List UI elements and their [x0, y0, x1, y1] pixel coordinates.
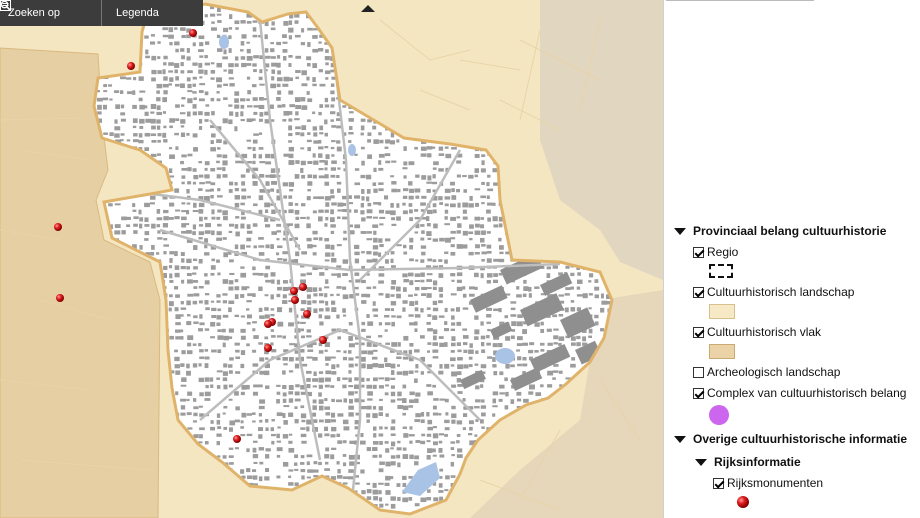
cultuurhistorisch-landschap-checkbox[interactable] [693, 286, 704, 298]
search-button-label: Zoeken op [8, 7, 60, 19]
rijksmonument-marker[interactable] [56, 294, 64, 302]
complex-label: Complex van cultuurhistorisch belang [707, 386, 907, 400]
pond-center [348, 144, 356, 156]
complex-checkbox[interactable] [693, 387, 704, 399]
cultuurhistorisch-vlak-checkbox[interactable] [693, 326, 704, 338]
regio-swatch [709, 264, 733, 278]
map-viewport[interactable]: Zoeken op Legenda [0, 0, 663, 518]
legend-section-other-label: Overige cultuurhistorische informatie [693, 432, 908, 446]
pond-north [219, 35, 229, 49]
map-toolbar: Zoeken op Legenda [0, 0, 203, 26]
legend-item-cultuurhistorisch-landschap[interactable]: Cultuurhistorisch landschap [693, 285, 854, 299]
archeologisch-landschap-label: Archeologisch landschap [707, 365, 841, 379]
rijksmonument-marker[interactable] [189, 29, 197, 37]
regio-label: Regio [707, 245, 739, 259]
legend-item-rijksmonumenten[interactable]: Rijksmonumenten [713, 476, 823, 490]
legend-section-other[interactable]: Overige cultuurhistorische informatie [674, 432, 907, 446]
rijksmonument-marker[interactable] [291, 296, 299, 304]
legend-button[interactable]: Legenda [0, 0, 203, 26]
rijksmonument-marker[interactable] [264, 320, 272, 328]
map-canvas[interactable] [0, 0, 663, 518]
rijksmonument-marker[interactable] [290, 287, 298, 295]
rijksmonument-marker[interactable] [299, 283, 307, 291]
cultuurhistorisch-landschap-swatch [709, 304, 735, 319]
expand-triangle-icon[interactable] [674, 435, 686, 443]
cultuurhistorisch-landschap-label: Cultuurhistorisch landschap [707, 285, 855, 299]
legend-top-divider [666, 0, 814, 1]
legend-item-complex[interactable]: Complex van cultuurhistorisch belang [693, 386, 906, 400]
rijksmonument-marker[interactable] [54, 223, 62, 231]
pond-east [495, 348, 515, 364]
rijksmonument-swatch-icon [737, 496, 749, 508]
archeologisch-landschap-checkbox[interactable] [693, 366, 704, 378]
rijksmonument-marker[interactable] [233, 435, 241, 443]
legend-list-icon [0, 0, 11, 11]
legend-section-provincial[interactable]: Provinciaal belang cultuurhistorie [674, 224, 886, 238]
legend-subsection-rijks-label: Rijksinformatie [714, 455, 801, 469]
regio-checkbox[interactable] [693, 246, 704, 258]
legend-button-label: Legenda [116, 7, 159, 19]
expand-triangle-icon[interactable] [695, 458, 707, 466]
rijksmonument-marker[interactable] [127, 62, 135, 70]
legend-item-cultuurhistorisch-vlak[interactable]: Cultuurhistorisch vlak [693, 325, 821, 339]
collapse-panel-arrow-icon[interactable] [361, 5, 375, 12]
legend-item-regio[interactable]: Regio [693, 245, 738, 259]
legend-panel: Provinciaal belang cultuurhistorie Regio… [663, 0, 920, 518]
rijksmonument-marker[interactable] [319, 336, 327, 344]
complex-swatch [709, 405, 729, 425]
expand-triangle-icon[interactable] [674, 227, 686, 235]
cultuurhistorisch-vlak-swatch [709, 344, 735, 359]
cultuurhistorisch-vlak-label: Cultuurhistorisch vlak [707, 325, 822, 339]
legend-section-provincial-label: Provinciaal belang cultuurhistorie [693, 224, 887, 238]
rijksmonumenten-checkbox[interactable] [713, 477, 724, 489]
search-button[interactable]: Zoeken op [0, 0, 101, 26]
rijksmonument-marker[interactable] [303, 310, 311, 318]
legend-subsection-rijks[interactable]: Rijksinformatie [695, 455, 801, 469]
rijksmonumenten-label: Rijksmonumenten [727, 476, 824, 490]
rijksmonument-marker[interactable] [264, 344, 272, 352]
legend-item-archeologisch-landschap[interactable]: Archeologisch landschap [693, 365, 840, 379]
